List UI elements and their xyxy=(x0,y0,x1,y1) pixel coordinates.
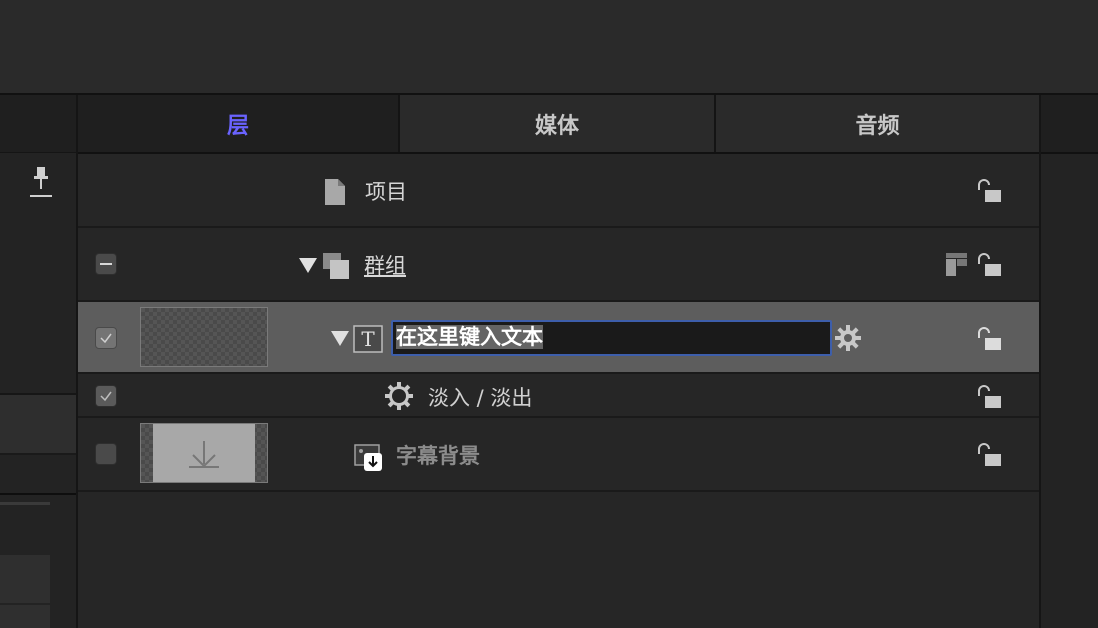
layer-row-project[interactable]: 项目 xyxy=(78,154,1039,228)
text-t-icon: T xyxy=(353,325,383,357)
left-panel xyxy=(0,95,78,628)
layer-label: 淡入 / 淡出 xyxy=(428,386,533,410)
layer-thumbnail xyxy=(140,423,268,483)
right-panel xyxy=(1039,95,1098,628)
tab-layers[interactable]: 层 xyxy=(78,95,400,152)
layer-row-behavior[interactable]: 淡入 / 淡出 xyxy=(78,374,1039,418)
pin-icon[interactable] xyxy=(28,165,54,201)
layer-label: 群组 xyxy=(364,254,406,278)
divider xyxy=(0,453,76,455)
document-icon xyxy=(324,178,346,210)
lock-icon[interactable] xyxy=(976,384,1004,410)
thumbnail-placeholder xyxy=(153,424,255,482)
isolate-icon[interactable] xyxy=(945,252,969,282)
left-panel-block xyxy=(0,555,50,603)
layer-row-group[interactable]: 群组 xyxy=(78,228,1039,302)
tab-bar: 层 媒体 音频 xyxy=(78,95,1039,154)
lock-icon[interactable] xyxy=(976,442,1004,468)
tab-audio[interactable]: 音频 xyxy=(716,95,1039,152)
tab-media[interactable]: 媒体 xyxy=(400,95,716,152)
group-icon xyxy=(322,252,350,284)
top-toolbar-area xyxy=(0,0,1098,95)
down-arrow-icon xyxy=(189,441,219,468)
layer-label: 项目 xyxy=(365,180,407,204)
svg-text:T: T xyxy=(361,327,375,351)
layer-row-text[interactable]: T 在这里键入文本 xyxy=(78,302,1039,374)
gear-icon[interactable] xyxy=(834,324,862,356)
layer-row-dropzone[interactable]: 字幕背景 xyxy=(78,418,1039,492)
layer-enable-checkbox[interactable] xyxy=(95,253,117,275)
left-panel-block xyxy=(0,605,50,628)
lock-icon[interactable] xyxy=(976,178,1004,204)
drop-zone-icon xyxy=(354,444,384,476)
layer-label: 字幕背景 xyxy=(396,444,480,468)
layer-name-input[interactable]: 在这里键入文本 xyxy=(391,320,832,356)
layer-enable-checkbox[interactable] xyxy=(95,327,117,349)
right-panel-header xyxy=(1041,95,1098,154)
disclosure-triangle-icon[interactable] xyxy=(331,331,349,346)
left-panel-header xyxy=(0,95,76,153)
divider xyxy=(0,493,76,495)
lock-icon[interactable] xyxy=(976,252,1004,278)
layer-enable-checkbox[interactable] xyxy=(95,443,117,465)
left-panel-section xyxy=(0,395,76,453)
layer-enable-checkbox[interactable] xyxy=(95,385,117,407)
selected-text: 在这里键入文本 xyxy=(396,325,543,349)
left-panel-bar xyxy=(0,502,50,505)
behavior-gear-icon xyxy=(384,381,414,415)
layers-list: 项目 群组 T 在这里键入文本 淡入 / 淡出 字幕背景 xyxy=(78,154,1039,628)
disclosure-triangle-icon[interactable] xyxy=(299,258,317,273)
layer-thumbnail xyxy=(140,307,268,367)
lock-icon[interactable] xyxy=(976,326,1004,352)
